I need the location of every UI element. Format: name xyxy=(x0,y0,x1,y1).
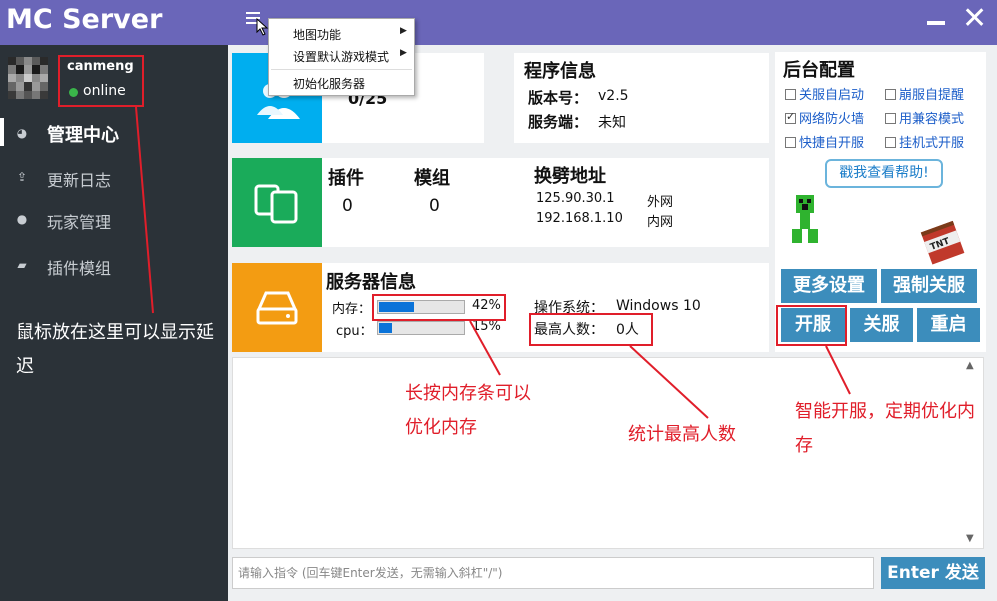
annotation-start: 智能开服，定期优化内存 xyxy=(795,401,975,456)
annotation-lines xyxy=(135,106,851,419)
annotation-memory: 长按内存条可以优化内存 xyxy=(405,383,531,438)
annotation-max-players: 统计最高人数 xyxy=(628,424,736,445)
